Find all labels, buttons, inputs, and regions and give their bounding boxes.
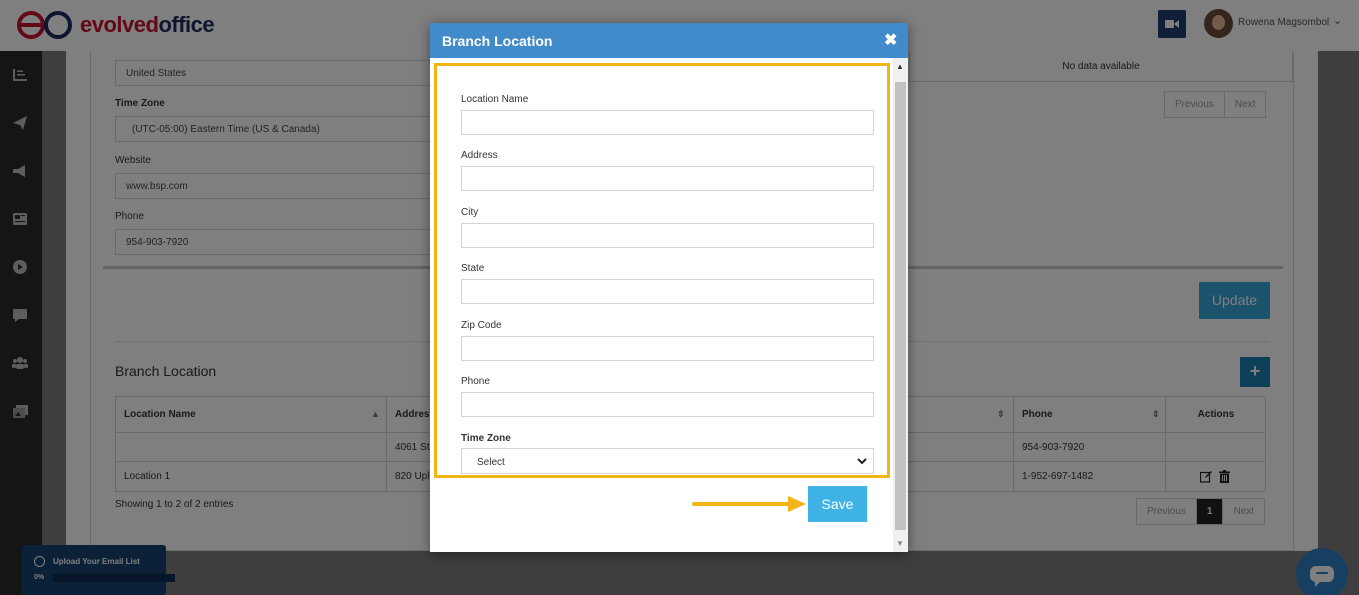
address-input[interactable]	[461, 166, 874, 191]
branch-location-modal: Branch Location ✖ ▲ ▼ Location Name Addr…	[430, 23, 908, 552]
modal-scrollbar[interactable]: ▲ ▼	[893, 58, 908, 552]
zip-code-input[interactable]	[461, 336, 874, 361]
modal-header: Branch Location ✖	[430, 23, 908, 58]
modal-title: Branch Location	[442, 33, 553, 49]
city-label: City	[461, 207, 479, 218]
city-input[interactable]	[461, 223, 874, 248]
scroll-down-icon[interactable]: ▼	[896, 539, 904, 548]
phone-label: Phone	[461, 376, 490, 387]
location-name-input[interactable]	[461, 110, 874, 135]
scroll-up-icon[interactable]: ▲	[896, 62, 904, 71]
location-name-label: Location Name	[461, 94, 529, 105]
scrollbar-thumb[interactable]	[895, 82, 906, 530]
chevron-down-icon	[857, 458, 867, 465]
state-input[interactable]	[461, 279, 874, 304]
time-zone-select[interactable]: Select	[461, 448, 874, 474]
form-highlight: Location Name Address City State Zip Cod…	[434, 63, 890, 478]
save-button[interactable]: Save	[808, 486, 867, 522]
state-label: State	[461, 263, 485, 274]
address-label: Address	[461, 150, 498, 161]
close-icon[interactable]: ✖	[884, 30, 897, 50]
time-zone-label: Time Zone	[461, 433, 511, 444]
zip-code-label: Zip Code	[461, 320, 502, 331]
arrow-right-icon	[692, 496, 806, 512]
phone-input[interactable]	[461, 392, 874, 417]
